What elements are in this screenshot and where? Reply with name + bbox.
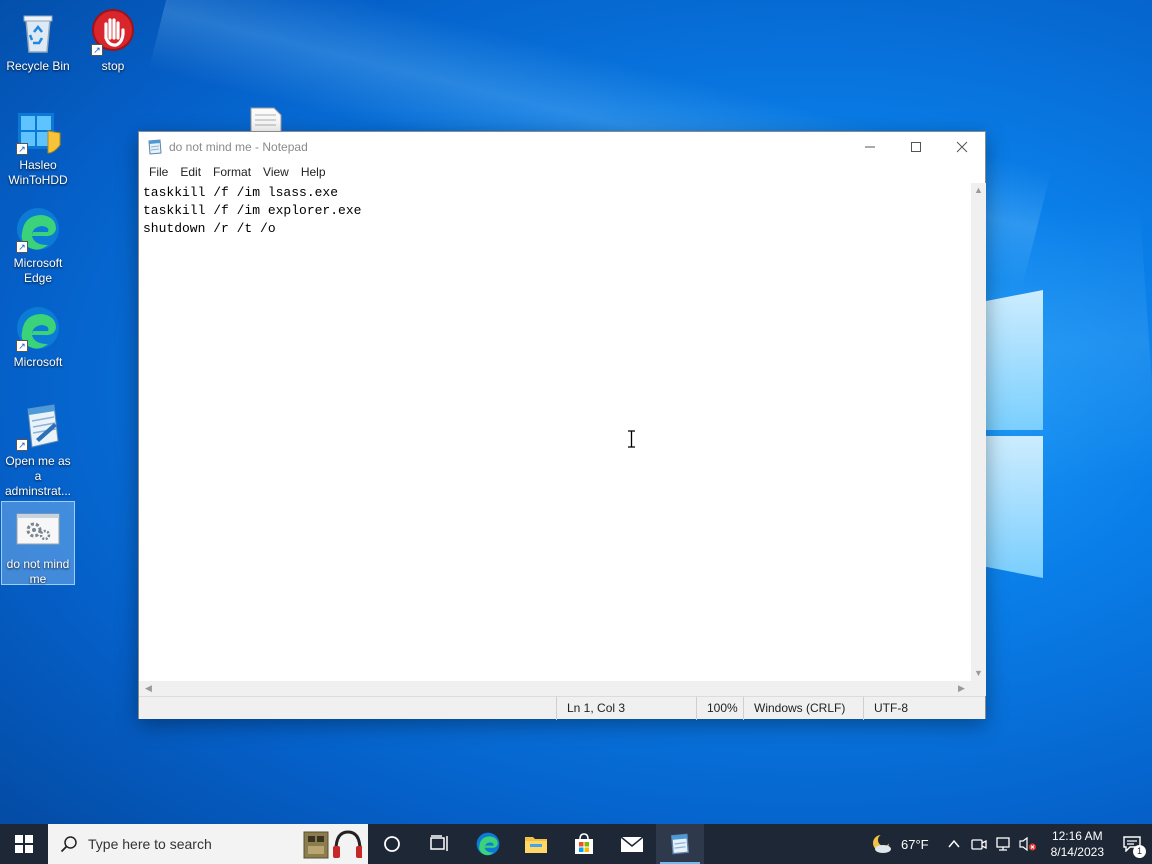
wintohdd-icon: ↗	[14, 107, 62, 155]
scroll-right-icon[interactable]: ▶	[954, 681, 969, 696]
menu-help[interactable]: Help	[295, 165, 332, 179]
text-line: taskkill /f /im explorer.exe	[143, 203, 362, 218]
wallpaper-windows-logo	[985, 290, 1043, 578]
recycle-bin-icon	[14, 8, 62, 56]
maximize-icon	[911, 141, 921, 152]
task-view-cortana-button[interactable]	[368, 824, 416, 864]
scroll-up-icon[interactable]: ▲	[971, 183, 986, 198]
stop-hand-icon: ↗	[89, 8, 137, 56]
desktop-icon-label: Recycle Bin	[6, 59, 70, 73]
horizontal-scrollbar[interactable]: ◀ ▶	[139, 681, 971, 696]
desktop-icon-microsoft[interactable]: ↗ Microsoft	[1, 304, 75, 370]
notification-count-badge: 1	[1133, 845, 1146, 858]
start-button[interactable]	[0, 824, 48, 864]
desktop-icon-do-not-mind-me[interactable]: do not mind me	[1, 501, 75, 586]
desktop-icon-recycle-bin[interactable]: Recycle Bin	[1, 8, 75, 74]
notepad-app-icon	[671, 833, 689, 855]
edge-icon: ↗	[14, 205, 62, 253]
menu-format[interactable]: Format	[207, 165, 257, 179]
scroll-down-icon[interactable]: ▼	[971, 666, 986, 681]
close-button[interactable]	[939, 132, 985, 161]
notepad-file-icon: ↗	[14, 403, 62, 451]
scrollbar-corner	[971, 681, 986, 696]
text-cursor-icon	[628, 430, 635, 448]
close-icon	[956, 141, 968, 152]
edge-icon: ↗	[14, 304, 62, 352]
status-zoom: 100%	[696, 697, 743, 720]
notepad-app-icon	[148, 138, 162, 155]
desktop-icon-label: Microsoft	[13, 355, 63, 369]
taskbar-mail-button[interactable]	[608, 824, 656, 864]
clock-time: 12:16 AM	[1051, 829, 1103, 843]
desktop-icon-label: Microsoft Edge	[13, 256, 63, 285]
menu-view[interactable]: View	[257, 165, 295, 179]
desktop-icon-label: stop	[101, 59, 125, 73]
title-bar[interactable]: do not mind me - Notepad	[139, 132, 985, 161]
folder-icon	[525, 837, 547, 853]
shortcut-arrow-icon: ↗	[16, 340, 28, 352]
weather-temperature[interactable]: 67°F	[901, 837, 929, 852]
taskbar-file-explorer-button[interactable]	[512, 824, 560, 864]
task-view-icon	[430, 835, 448, 851]
minimize-button[interactable]	[847, 132, 893, 161]
network-icon[interactable]	[995, 836, 1011, 852]
status-line-ending: Windows (CRLF)	[743, 697, 863, 720]
desktop-icon-microsoft-edge[interactable]: ↗ Microsoft Edge	[1, 205, 75, 286]
search-highlight-icon	[303, 830, 362, 859]
desktop-icon-label: Open me as a adminstrat...	[4, 454, 72, 498]
system-tray: 67°F 12:16 AM 8/14/2023 1	[871, 824, 1152, 864]
desktop-icon-label: do not mind me	[6, 557, 70, 586]
edge-icon	[476, 832, 500, 856]
search-icon	[60, 836, 77, 853]
text-editor-area[interactable]: taskkill /f /im lsass.exe taskkill /f /i…	[139, 183, 971, 681]
shortcut-arrow-icon: ↗	[16, 143, 28, 155]
vertical-scrollbar[interactable]: ▲ ▼	[971, 183, 986, 681]
status-cursor-position: Ln 1, Col 3	[556, 697, 696, 720]
windows-start-icon	[15, 835, 33, 853]
shortcut-arrow-icon: ↗	[91, 44, 103, 56]
mail-icon	[620, 836, 644, 852]
shortcut-arrow-icon: ↗	[16, 439, 28, 451]
window-title: do not mind me - Notepad	[169, 139, 308, 154]
taskbar-notepad-button[interactable]	[656, 824, 704, 864]
menu-file[interactable]: File	[143, 165, 174, 179]
desktop-icon-stop[interactable]: ↗ stop	[76, 8, 150, 74]
taskbar-edge-button[interactable]	[464, 824, 512, 864]
maximize-button[interactable]	[893, 132, 939, 161]
taskbar-search-box[interactable]: Type here to search	[48, 824, 368, 864]
text-line: taskkill /f /im lsass.exe	[143, 185, 339, 200]
desktop-icon-hasleo-wintohdd[interactable]: ↗ Hasleo WinToHDD	[1, 107, 75, 188]
menu-edit[interactable]: Edit	[174, 165, 207, 179]
taskbar: Type here to search 67°F 12:16 AM 8/14/2…	[0, 824, 1152, 864]
scroll-left-icon[interactable]: ◀	[141, 681, 156, 696]
desktop-file-icon[interactable]	[250, 107, 282, 134]
volume-muted-icon[interactable]	[1019, 836, 1037, 852]
store-bag-icon	[575, 833, 593, 854]
status-bar: Ln 1, Col 3 100% Windows (CRLF) UTF-8	[139, 696, 985, 720]
menu-bar: File Edit Format View Help	[139, 161, 985, 183]
clock-date: 8/14/2023	[1050, 845, 1104, 859]
system-clock[interactable]: 12:16 AM 8/14/2023	[1051, 828, 1104, 860]
shortcut-arrow-icon: ↗	[16, 241, 28, 253]
batch-file-gear-icon	[14, 506, 62, 554]
text-line: shutdown /r /t /o	[143, 221, 276, 236]
search-placeholder: Type here to search	[88, 836, 212, 852]
desktop-icon-label: Hasleo WinToHDD	[8, 158, 68, 187]
minimize-icon	[865, 146, 875, 147]
desktop-icon-open-me-as-admin[interactable]: ↗ Open me as a adminstrat...	[1, 403, 75, 499]
meet-now-icon[interactable]	[970, 836, 987, 852]
chevron-up-icon[interactable]	[947, 837, 961, 851]
notepad-window[interactable]: do not mind me - Notepad File Edit Forma…	[138, 131, 986, 720]
taskbar-store-button[interactable]	[560, 824, 608, 864]
task-view-button[interactable]	[416, 824, 464, 864]
weather-moon-cloud-icon[interactable]	[871, 833, 893, 855]
action-center-button[interactable]: 1	[1112, 824, 1152, 864]
cortana-circle-icon	[384, 836, 400, 852]
status-encoding: UTF-8	[863, 697, 985, 720]
